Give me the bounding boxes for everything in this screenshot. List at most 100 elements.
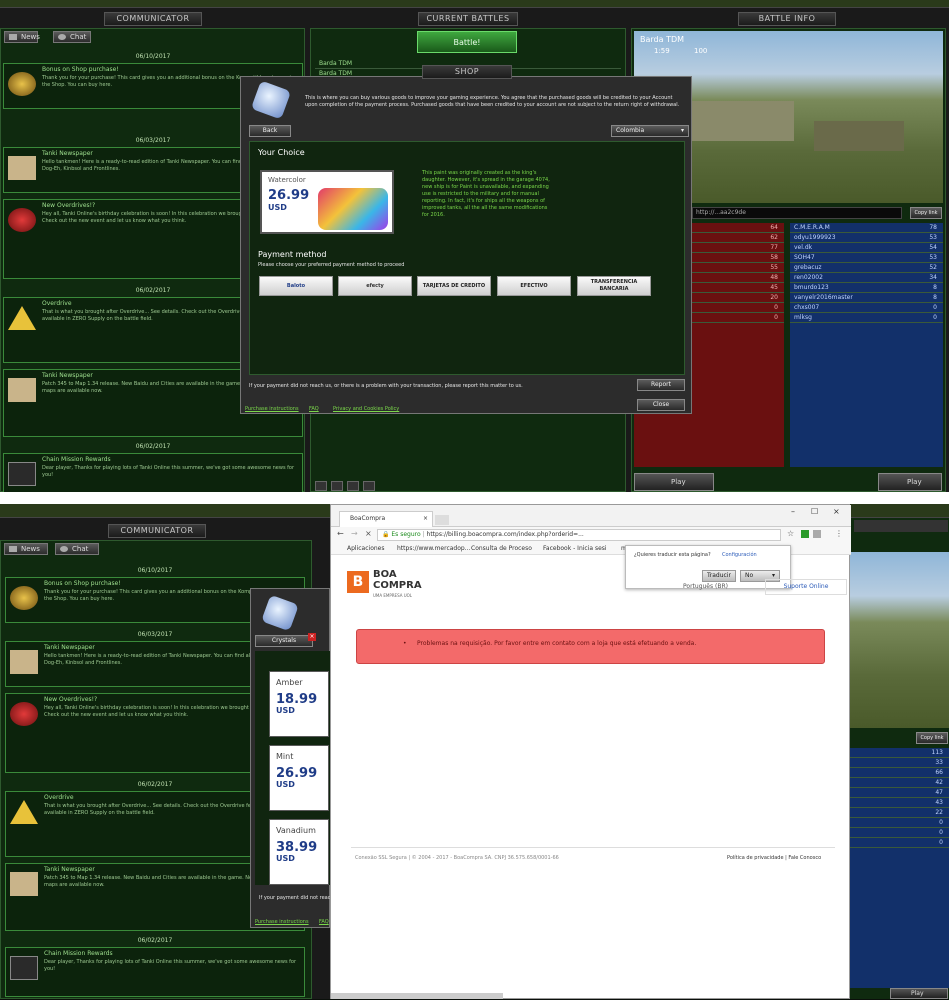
feed-item: Chain Mission Rewards Dear player, Thank… xyxy=(3,453,303,493)
extension-icon[interactable] xyxy=(813,530,821,538)
purchase-instructions-link[interactable]: Purchase instructions xyxy=(255,919,309,925)
item-card-amber[interactable]: Amber 18.99 USD xyxy=(269,671,329,737)
battle-button[interactable]: Battle! xyxy=(417,31,517,53)
newspaper-icon xyxy=(10,650,38,674)
address-bar[interactable]: 🔒 Es seguro | https://billing.boacompra.… xyxy=(377,529,781,541)
faq-link[interactable]: FAQ xyxy=(309,406,319,412)
player-score: 66 xyxy=(935,769,943,776)
logo-b-icon: B xyxy=(347,571,369,593)
feed-date: 06/02/2017 xyxy=(135,443,171,450)
faq-link[interactable]: FAQ xyxy=(319,919,329,925)
privacy-link[interactable]: Privacy and Cookies Policy xyxy=(333,406,399,412)
pay-efecty[interactable]: efecty xyxy=(338,276,412,296)
chevron-down-icon: ▾ xyxy=(680,127,684,134)
feed-body: Dear player, Thanks for playing lots of … xyxy=(44,959,297,972)
warning-icon xyxy=(10,800,38,824)
footer-links[interactable]: Política de privacidade | Fale Conosco xyxy=(727,855,821,861)
close-icon[interactable]: × xyxy=(423,512,428,526)
item-currency: USD xyxy=(268,203,287,212)
player-row: C.M.E.R.A.M 78 xyxy=(790,223,943,233)
translate-config-link[interactable]: Configuración xyxy=(722,552,757,558)
bookmark-item[interactable]: https://www.mercadop... xyxy=(397,545,470,552)
copy-link-button[interactable]: Copy link xyxy=(910,207,942,219)
player-score: 33 xyxy=(935,759,943,766)
purchase-instructions-link[interactable]: Purchase instructions xyxy=(245,406,299,412)
tab-crystals[interactable]: Crystals xyxy=(255,635,313,647)
tab-news[interactable]: News xyxy=(4,543,48,555)
menu-icon[interactable]: ⋮ xyxy=(835,529,843,538)
translate-button[interactable]: Traducir xyxy=(702,570,736,582)
minimize-icon[interactable]: – xyxy=(791,507,795,516)
browser-tab[interactable]: BoaCompra × xyxy=(339,511,433,527)
tab-chat[interactable]: Chat xyxy=(55,543,99,555)
pay-baloto[interactable]: Baloto xyxy=(259,276,333,296)
browser-window: BoaCompra × – ☐ × ← → × 🔒 Es seguro | ht… xyxy=(330,504,851,999)
newspaper-icon xyxy=(10,872,38,896)
player-score: 42 xyxy=(935,779,943,786)
player-score: 53 xyxy=(929,234,937,241)
player-score: 43 xyxy=(935,799,943,806)
player-score: 48 xyxy=(770,274,778,281)
bookmark-item[interactable]: Consulta de Proceso xyxy=(471,545,532,552)
tab-news-label: News xyxy=(21,33,40,41)
support-online-link[interactable]: Suporte Online xyxy=(765,579,847,595)
bookmark-apps[interactable]: Aplicaciones xyxy=(347,545,384,552)
new-tab-button[interactable] xyxy=(435,515,449,525)
selected-item-card[interactable]: Watercolor 26.99 USD xyxy=(260,170,394,234)
language-select[interactable]: Português (BR) xyxy=(683,583,728,590)
pay-cash[interactable]: EFECTIVO xyxy=(497,276,571,296)
close-window-icon[interactable]: × xyxy=(833,507,840,516)
pay-credit-card[interactable]: TARJETAS DE CREDITO xyxy=(417,276,491,296)
bookmark-star-icon[interactable]: ☆ xyxy=(787,529,794,538)
game-screen-top: COMMUNICATOR CURRENT BATTLES BATTLE INFO… xyxy=(0,0,949,493)
play-button[interactable]: Play xyxy=(878,473,942,491)
logo-sub: UMA EMPRESA UOL xyxy=(373,593,413,598)
mission-icon xyxy=(10,956,38,980)
filter-icon[interactable] xyxy=(363,481,375,491)
horizontal-scrollbar[interactable] xyxy=(331,993,503,999)
bonus-icon xyxy=(8,72,36,96)
forward-arrow-icon[interactable]: → xyxy=(351,529,358,538)
player-score: 47 xyxy=(935,789,943,796)
tab-chat[interactable]: Chat xyxy=(53,31,91,43)
item-currency: USD xyxy=(276,780,295,789)
player-score: 0 xyxy=(774,304,778,311)
item-name: Vanadium xyxy=(276,826,316,835)
report-button[interactable]: Report xyxy=(637,379,685,391)
shop-dialog: SHOP This is where you can buy various g… xyxy=(240,65,692,414)
feed-title: New Overdrives!? xyxy=(42,202,96,209)
bookmark-item[interactable]: Facebook - Inicia sesi xyxy=(543,545,607,552)
country-select[interactable]: Colombia ▾ xyxy=(611,125,689,137)
extension-icon[interactable] xyxy=(801,530,809,538)
feed-title: Overdrive xyxy=(42,300,72,307)
player-row: bmurdo123 8 xyxy=(790,283,943,293)
tab-chat-label: Chat xyxy=(72,545,89,553)
play-button[interactable]: Play xyxy=(634,473,714,491)
battle-url: http://...aa2c9de xyxy=(692,207,902,219)
game-screen-bottom: COMMUNICATOR News Chat 06/10/2017 Bonus … xyxy=(0,504,949,999)
player-score: 45 xyxy=(770,284,778,291)
item-card-mint[interactable]: Mint 26.99 USD xyxy=(269,745,329,811)
maximize-icon[interactable]: ☐ xyxy=(811,507,818,516)
choice-area: Your Choice Watercolor 26.99 USD This pa… xyxy=(249,141,685,375)
chat-icon xyxy=(58,34,66,40)
player-score: 113 xyxy=(931,749,943,756)
close-button[interactable]: Close xyxy=(637,399,685,411)
back-arrow-icon[interactable]: ← xyxy=(337,529,344,538)
filter-icon[interactable] xyxy=(331,481,343,491)
filter-icon[interactable] xyxy=(315,481,327,491)
feed-title: Tanki Newspaper xyxy=(42,150,93,157)
reload-icon[interactable]: × xyxy=(365,529,372,538)
filter-icon[interactable] xyxy=(347,481,359,491)
newspaper-icon xyxy=(8,156,36,180)
close-icon[interactable]: × xyxy=(308,633,316,641)
item-name: Mint xyxy=(276,752,294,761)
pay-bank-transfer[interactable]: TRANSFERENCIA BANCARIA xyxy=(577,276,651,296)
back-button[interactable]: Back xyxy=(249,125,291,137)
copy-link-button[interactable]: Copy link xyxy=(916,732,948,744)
overdrive-icon xyxy=(10,702,38,726)
player-score: 62 xyxy=(770,234,778,241)
play-button[interactable]: Play xyxy=(890,988,948,999)
tab-news[interactable]: News xyxy=(4,31,40,43)
item-card-vanadium[interactable]: Vanadium 38.99 USD xyxy=(269,819,329,885)
